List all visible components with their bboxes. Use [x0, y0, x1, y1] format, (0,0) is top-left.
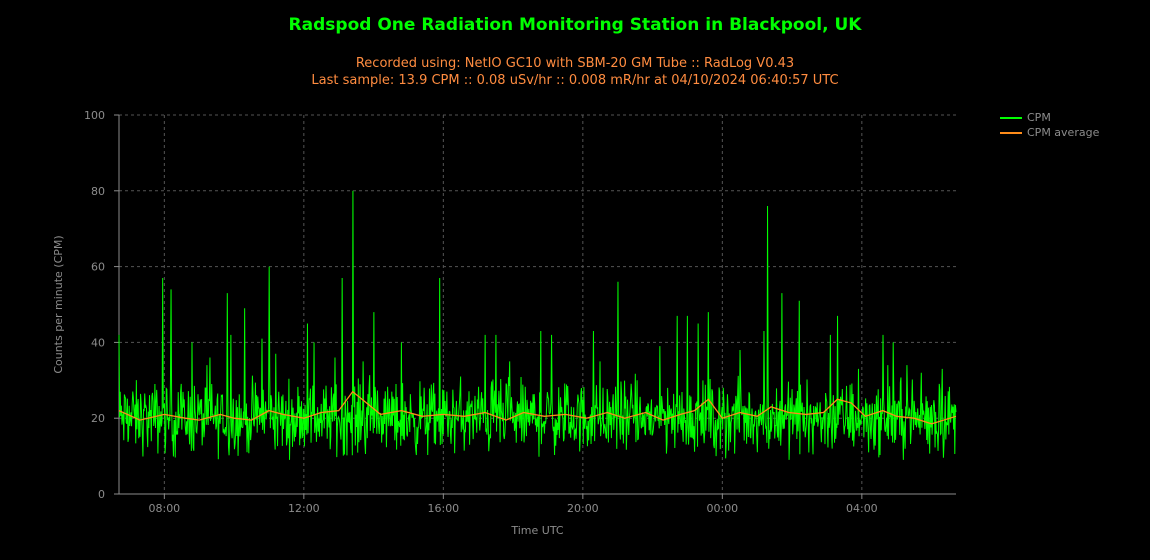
legend: CPM CPM average	[1000, 110, 1099, 140]
cpm-line-chart: 0 20 40 60 80 100 08:00 12:00 16:00 20:00 00:00 04:…	[52, 109, 957, 537]
y-tick-label: 0	[98, 488, 105, 501]
x-tick-label: 12:00	[288, 502, 320, 515]
x-tick-label: 04:00	[846, 502, 878, 515]
x-tick-label: 16:00	[427, 502, 459, 515]
grid-lines	[119, 114, 956, 494]
series-layer	[118, 190, 957, 460]
legend-item-cpm: CPM	[1000, 110, 1099, 125]
y-tick-label: 20	[91, 412, 105, 425]
y-tick-label: 80	[91, 185, 105, 198]
x-tick-label: 08:00	[148, 502, 180, 515]
y-axis-label: Counts per minute (CPM)	[52, 235, 65, 373]
x-tick-label: 00:00	[706, 502, 738, 515]
legend-label-cpm-average: CPM average	[1027, 126, 1100, 139]
y-tick-label: 60	[91, 261, 105, 274]
y-tick-label: 100	[84, 109, 105, 122]
axes: 0 20 40 60 80 100 08:00 12:00 16:00 20:00 00:00 04:…	[84, 109, 956, 515]
x-axis-label: Time UTC	[510, 524, 564, 537]
legend-swatch-cpm	[1000, 116, 1022, 119]
x-tick-label: 20:00	[567, 502, 599, 515]
y-tick-label: 40	[91, 336, 105, 349]
chart-window: Radspod One Radiation Monitoring Station…	[0, 0, 1150, 560]
legend-label-cpm: CPM	[1027, 111, 1051, 124]
legend-swatch-cpm-average	[1000, 131, 1022, 134]
legend-item-cpm-average: CPM average	[1000, 125, 1099, 140]
